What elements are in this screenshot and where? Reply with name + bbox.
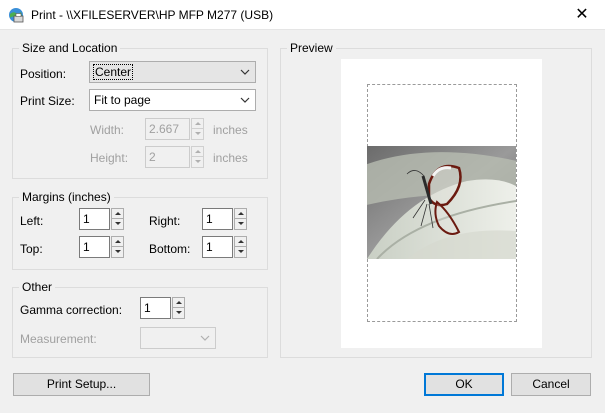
margin-top-input[interactable]: 1 xyxy=(79,236,110,258)
measurement-select[interactable] xyxy=(140,327,216,349)
height-label: Height: xyxy=(90,151,129,165)
spin-up-button[interactable] xyxy=(111,236,124,247)
title-bar: Print - \\XFILESERVER\HP MFP M277 (USB) … xyxy=(0,0,605,30)
spin-down-button[interactable] xyxy=(172,308,185,319)
width-label: Width: xyxy=(90,123,125,137)
spin-down-button[interactable] xyxy=(111,247,124,258)
height-spinner[interactable] xyxy=(191,146,204,168)
height-input[interactable]: 2 xyxy=(145,146,190,168)
measurement-label: Measurement: xyxy=(20,332,97,346)
spin-up-button[interactable] xyxy=(191,118,204,129)
arrow-down-icon xyxy=(115,222,121,225)
chevron-down-icon xyxy=(240,97,250,103)
print-size-label: Print Size: xyxy=(20,94,75,108)
spin-down-button[interactable] xyxy=(111,219,124,230)
width-unit: inches xyxy=(213,123,248,137)
print-size-value: Fit to page xyxy=(94,93,151,107)
margin-top-spinner[interactable] xyxy=(111,236,124,258)
arrow-up-icon xyxy=(238,240,244,243)
margin-right-label: Right: xyxy=(149,214,181,228)
margin-left-label: Left: xyxy=(20,214,44,228)
preview-legend: Preview xyxy=(287,41,336,55)
spin-up-button[interactable] xyxy=(111,208,124,219)
other-legend: Other xyxy=(19,280,56,294)
arrow-down-icon xyxy=(115,250,121,253)
spin-down-button[interactable] xyxy=(191,157,204,168)
margin-bottom-input[interactable]: 1 xyxy=(202,236,233,258)
margin-left-input[interactable]: 1 xyxy=(79,208,110,230)
arrow-up-icon xyxy=(195,122,201,125)
margins-legend: Margins (inches) xyxy=(19,190,114,204)
window-title: Print - \\XFILESERVER\HP MFP M277 (USB) xyxy=(31,8,274,22)
arrow-up-icon xyxy=(176,301,182,304)
margin-right-input[interactable]: 1 xyxy=(202,208,233,230)
height-unit: inches xyxy=(213,151,248,165)
print-setup-button[interactable]: Print Setup... xyxy=(13,373,150,396)
margin-left-spinner[interactable] xyxy=(111,208,124,230)
arrow-up-icon xyxy=(115,240,121,243)
spin-down-button[interactable] xyxy=(234,219,247,230)
margin-top-label: Top: xyxy=(20,242,43,256)
preview-image xyxy=(367,146,516,259)
size-location-legend: Size and Location xyxy=(19,41,121,55)
position-value: Center xyxy=(92,64,134,80)
close-button[interactable]: ✕ xyxy=(559,0,605,30)
ok-button[interactable]: OK xyxy=(424,373,504,396)
chevron-down-icon xyxy=(200,335,210,341)
gamma-spinner[interactable] xyxy=(172,297,185,319)
margin-right-spinner[interactable] xyxy=(234,208,247,230)
cancel-button[interactable]: Cancel xyxy=(511,373,591,396)
arrow-down-icon xyxy=(195,132,201,135)
margin-bottom-label: Bottom: xyxy=(149,242,191,256)
width-spinner[interactable] xyxy=(191,118,204,140)
spin-up-button[interactable] xyxy=(191,146,204,157)
arrow-down-icon xyxy=(238,222,244,225)
width-input[interactable]: 2.667 xyxy=(145,118,190,140)
arrow-up-icon xyxy=(238,212,244,215)
printer-globe-icon xyxy=(9,8,24,23)
gamma-label: Gamma correction: xyxy=(20,303,123,317)
position-select[interactable]: Center xyxy=(89,61,256,83)
spin-down-button[interactable] xyxy=(191,129,204,140)
gamma-input[interactable]: 1 xyxy=(140,297,171,319)
margin-bottom-spinner[interactable] xyxy=(234,236,247,258)
close-icon: ✕ xyxy=(575,6,589,23)
spin-up-button[interactable] xyxy=(234,208,247,219)
spin-up-button[interactable] xyxy=(234,236,247,247)
arrow-up-icon xyxy=(115,212,121,215)
spin-up-button[interactable] xyxy=(172,297,185,308)
arrow-down-icon xyxy=(195,160,201,163)
spin-down-button[interactable] xyxy=(234,247,247,258)
chevron-down-icon xyxy=(240,69,250,75)
arrow-down-icon xyxy=(238,250,244,253)
arrow-down-icon xyxy=(176,311,182,314)
position-label: Position: xyxy=(20,67,67,81)
print-size-select[interactable]: Fit to page xyxy=(89,89,256,111)
arrow-up-icon xyxy=(195,150,201,153)
